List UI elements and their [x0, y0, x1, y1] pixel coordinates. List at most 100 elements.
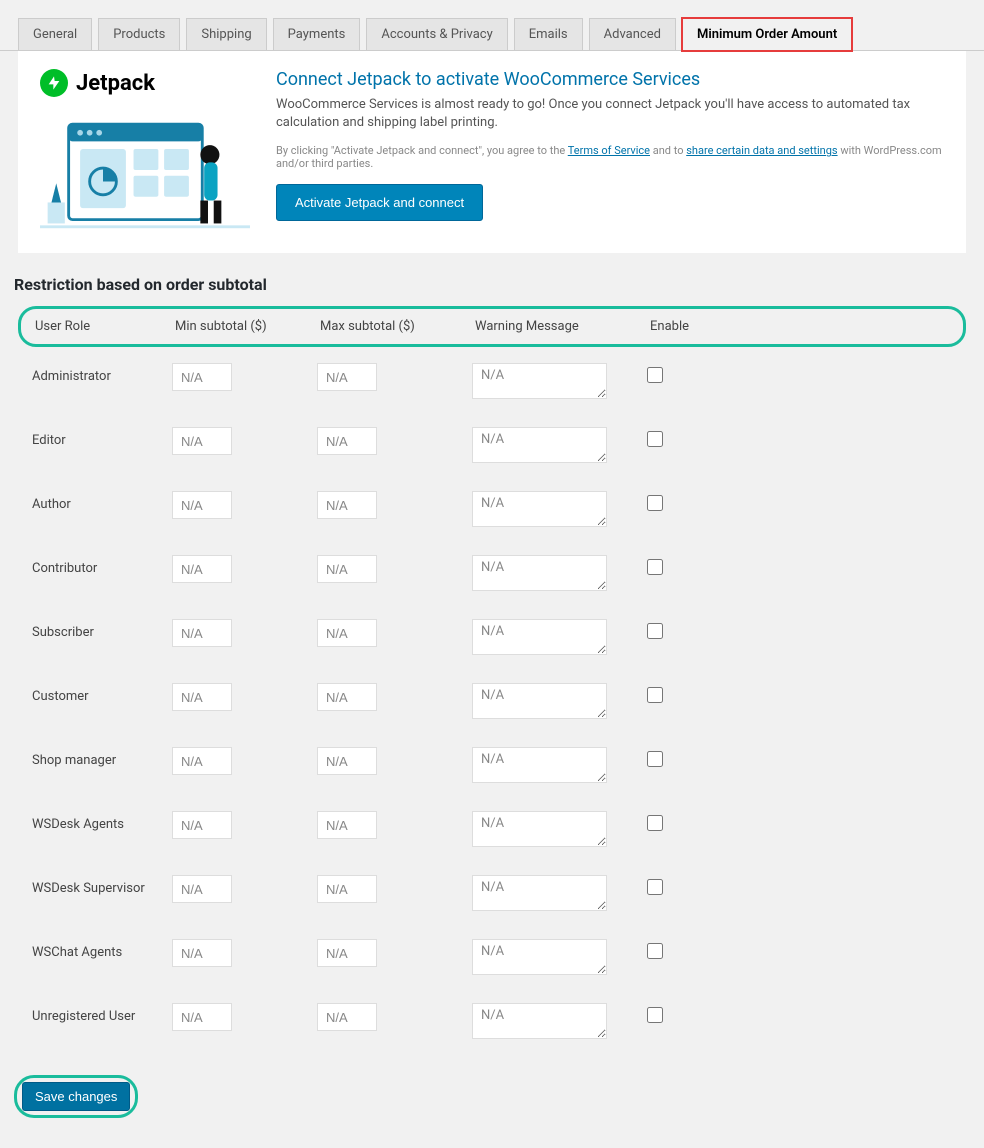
- tab-general[interactable]: General: [18, 18, 92, 50]
- role-label: Editor: [32, 427, 162, 448]
- max-subtotal-input[interactable]: [317, 875, 377, 903]
- col-enable: Enable: [650, 319, 710, 334]
- max-subtotal-input[interactable]: [317, 427, 377, 455]
- banner-legal-text: By clicking "Activate Jetpack and connec…: [276, 144, 944, 170]
- min-subtotal-input[interactable]: [172, 363, 232, 391]
- banner-description: WooCommerce Services is almost ready to …: [276, 96, 944, 132]
- max-subtotal-input[interactable]: [317, 363, 377, 391]
- enable-checkbox[interactable]: [647, 943, 663, 959]
- min-subtotal-input[interactable]: [172, 1003, 232, 1031]
- tab-shipping[interactable]: Shipping: [186, 18, 266, 50]
- table-row: Customer: [18, 677, 966, 741]
- table-row: WSChat Agents: [18, 933, 966, 997]
- min-subtotal-input[interactable]: [172, 939, 232, 967]
- jetpack-illustration: Jetpack: [40, 69, 250, 235]
- enable-checkbox[interactable]: [647, 367, 663, 383]
- table-row: Author: [18, 485, 966, 549]
- jetpack-brand-text: Jetpack: [76, 71, 155, 96]
- enable-checkbox[interactable]: [647, 623, 663, 639]
- table-row: Unregistered User: [18, 997, 966, 1061]
- min-subtotal-input[interactable]: [172, 747, 232, 775]
- save-changes-button[interactable]: Save changes: [22, 1082, 130, 1111]
- jetpack-banner: Jetpack: [18, 51, 966, 253]
- enable-checkbox[interactable]: [647, 751, 663, 767]
- max-subtotal-input[interactable]: [317, 747, 377, 775]
- col-user-role: User Role: [35, 319, 165, 334]
- role-label: Shop manager: [32, 747, 162, 768]
- warning-message-input[interactable]: [472, 811, 607, 847]
- banner-title: Connect Jetpack to activate WooCommerce …: [276, 69, 944, 90]
- warning-message-input[interactable]: [472, 683, 607, 719]
- max-subtotal-input[interactable]: [317, 555, 377, 583]
- min-subtotal-input[interactable]: [172, 491, 232, 519]
- role-label: Author: [32, 491, 162, 512]
- col-warning-message: Warning Message: [475, 319, 640, 334]
- jetpack-banner-content: Connect Jetpack to activate WooCommerce …: [276, 69, 944, 221]
- role-label: Customer: [32, 683, 162, 704]
- role-label: Subscriber: [32, 619, 162, 640]
- col-max-subtotal: Max subtotal ($): [320, 319, 465, 334]
- max-subtotal-input[interactable]: [317, 619, 377, 647]
- share-data-link[interactable]: share certain data and settings: [686, 144, 837, 157]
- min-subtotal-input[interactable]: [172, 427, 232, 455]
- table-row: Subscriber: [18, 613, 966, 677]
- jetpack-mark-icon: [40, 69, 68, 97]
- warning-message-input[interactable]: [472, 491, 607, 527]
- max-subtotal-input[interactable]: [317, 939, 377, 967]
- tab-payments[interactable]: Payments: [273, 18, 361, 50]
- enable-checkbox[interactable]: [647, 815, 663, 831]
- warning-message-input[interactable]: [472, 427, 607, 463]
- max-subtotal-input[interactable]: [317, 491, 377, 519]
- tab-minimum-order-amount[interactable]: Minimum Order Amount: [682, 18, 852, 51]
- role-label: WSDesk Supervisor: [32, 875, 162, 896]
- enable-checkbox[interactable]: [647, 559, 663, 575]
- save-area: Save changes: [0, 1061, 984, 1148]
- terms-of-service-link[interactable]: Terms of Service: [568, 144, 650, 157]
- warning-message-input[interactable]: [472, 1003, 607, 1039]
- table-row: Administrator: [18, 357, 966, 421]
- enable-checkbox[interactable]: [647, 879, 663, 895]
- table-row: Shop manager: [18, 741, 966, 805]
- tab-advanced[interactable]: Advanced: [589, 18, 676, 50]
- save-highlight: Save changes: [14, 1075, 138, 1118]
- max-subtotal-input[interactable]: [317, 683, 377, 711]
- tab-products[interactable]: Products: [98, 18, 180, 50]
- min-subtotal-input[interactable]: [172, 683, 232, 711]
- tab-accounts-privacy[interactable]: Accounts & Privacy: [366, 18, 507, 50]
- role-label: WSChat Agents: [32, 939, 162, 960]
- role-label: Contributor: [32, 555, 162, 576]
- tab-emails[interactable]: Emails: [514, 18, 583, 50]
- role-label: WSDesk Agents: [32, 811, 162, 832]
- min-subtotal-input[interactable]: [172, 619, 232, 647]
- max-subtotal-input[interactable]: [317, 811, 377, 839]
- activate-jetpack-button[interactable]: Activate Jetpack and connect: [276, 184, 483, 221]
- role-label: Administrator: [32, 363, 162, 384]
- settings-tabs: General Products Shipping Payments Accou…: [0, 0, 984, 51]
- warning-message-input[interactable]: [472, 619, 607, 655]
- warning-message-input[interactable]: [472, 747, 607, 783]
- table-row: WSDesk Supervisor: [18, 869, 966, 933]
- warning-message-input[interactable]: [472, 875, 607, 911]
- browser-illustration-icon: [40, 107, 250, 231]
- min-subtotal-input[interactable]: [172, 555, 232, 583]
- max-subtotal-input[interactable]: [317, 1003, 377, 1031]
- table-row: Contributor: [18, 549, 966, 613]
- enable-checkbox[interactable]: [647, 687, 663, 703]
- enable-checkbox[interactable]: [647, 431, 663, 447]
- table-header: User Role Min subtotal ($) Max subtotal …: [18, 306, 966, 347]
- role-label: Unregistered User: [32, 1003, 162, 1024]
- min-subtotal-input[interactable]: [172, 875, 232, 903]
- min-subtotal-input[interactable]: [172, 811, 232, 839]
- table-row: WSDesk Agents: [18, 805, 966, 869]
- enable-checkbox[interactable]: [647, 1007, 663, 1023]
- enable-checkbox[interactable]: [647, 495, 663, 511]
- restriction-table: User Role Min subtotal ($) Max subtotal …: [18, 306, 966, 1061]
- col-min-subtotal: Min subtotal ($): [175, 319, 310, 334]
- warning-message-input[interactable]: [472, 363, 607, 399]
- legal-mid: and to: [653, 144, 686, 157]
- warning-message-input[interactable]: [472, 939, 607, 975]
- table-row: Editor: [18, 421, 966, 485]
- jetpack-logo: Jetpack: [40, 69, 250, 97]
- section-title: Restriction based on order subtotal: [0, 271, 984, 306]
- warning-message-input[interactable]: [472, 555, 607, 591]
